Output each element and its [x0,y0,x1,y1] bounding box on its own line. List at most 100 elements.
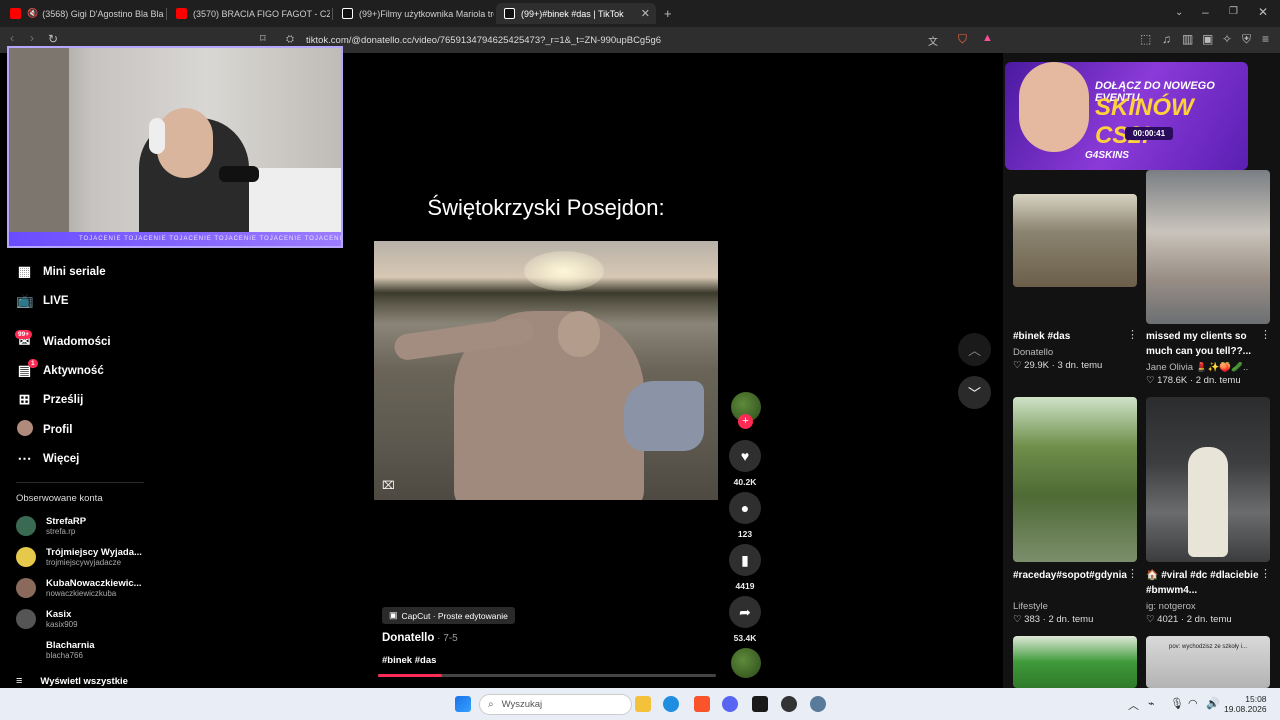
followed-account[interactable]: Blacharnia blacha766 [16,640,142,660]
settings-icon[interactable] [810,696,826,712]
sidebar-toggle-icon[interactable]: ▥ [1182,32,1193,46]
bookmark-icon: ▮ [741,551,749,568]
vpn-icon[interactable]: ⛨ [1242,32,1251,47]
brave-rewards-icon[interactable]: ▲ [982,32,993,44]
recommended-thumbnail[interactable] [1013,194,1137,287]
more-options-icon[interactable]: ⋮ [1127,567,1138,580]
site-info-icon[interactable]: ⛭ [286,34,294,45]
brave-shield-icon[interactable]: ⛉ [958,32,967,47]
bookmark-icon[interactable]: ⌑ [260,32,266,45]
new-tab-icon[interactable]: + [664,6,672,21]
upload-icon: ⊞ [18,391,31,407]
more-options-icon[interactable]: ⋮ [1127,328,1138,341]
network-icon[interactable]: ⌁ [1148,697,1155,710]
reload-icon[interactable]: ↻ [48,32,58,46]
forward-icon[interactable]: › [30,31,34,45]
mute-icon[interactable]: 🔇 [27,8,38,19]
menu-icon[interactable]: ≡ [1262,32,1269,46]
file-explorer-icon[interactable] [635,696,651,712]
video-hashtags[interactable]: #binek #das [382,655,436,666]
save-button[interactable]: ▮ [729,544,761,576]
browser-tab[interactable]: 🔇 (3568) Gigi D'Agostino Bla Bla Bla [2,3,164,24]
previous-video-button[interactable]: ︿ [958,333,991,366]
start-icon[interactable] [455,696,471,712]
like-button[interactable]: ♥ [729,440,761,472]
recommended-thumbnail[interactable] [1146,397,1270,562]
show-all-accounts-link[interactable]: ≡ Wyświetl wszystkie [16,675,128,687]
search-placeholder: Wyszukaj [501,699,543,710]
capcut-label: CapCut · Proste edytowanie [401,610,508,621]
sidebar-item-label: Mini seriale [43,265,106,278]
browser-tab-active[interactable]: (99+)#binek #das | TikTok ✕ [496,3,656,24]
ad-banner[interactable]: DOŁĄCZ DO NOWEGO EVENTU SKINÓW CS2! 00:0… [1005,62,1248,170]
tab-title: (99+)#binek #das | TikTok [521,8,624,19]
browser-tab[interactable]: (3570) BRACIA FIGO FAGOT - CZY KO [168,3,330,24]
mic-tray-icon[interactable]: 🎙 [1170,697,1184,710]
extensions-icon[interactable]: ⬚ [1140,32,1151,46]
followed-account[interactable]: Kasix kasix909 [16,609,142,629]
share-count: 53.4K [733,633,757,643]
close-window-icon[interactable]: ✕ [1258,5,1268,19]
recommended-thumbnail[interactable] [1013,636,1137,688]
video-sun [524,251,604,291]
follow-button[interactable]: + [738,414,753,429]
share-button[interactable]: ➦ [729,596,761,628]
recommended-age: 2 dn. temu [1186,614,1232,625]
close-tab-icon[interactable]: ✕ [641,7,650,20]
app-icon[interactable] [752,696,768,712]
obs-icon[interactable] [781,696,797,712]
recommended-age: 2 dn. temu [1048,614,1094,625]
recommended-title[interactable]: 🏠 #viral #dc #dlaciebie #bmwm4... [1146,568,1260,598]
tab-search-icon[interactable]: ⌄ [1175,7,1183,18]
author-name: Donatello [382,632,435,644]
recommended-thumbnail[interactable] [1013,397,1137,562]
discord-icon[interactable] [722,696,738,712]
capcut-pill[interactable]: ▣ CapCut · Proste edytowanie [382,607,515,624]
video-player[interactable]: ⌧ [374,241,718,500]
back-icon[interactable]: ‹ [10,31,14,45]
video-author[interactable]: Donatello · 7-5 [382,632,458,644]
wallet-icon[interactable]: ▣ [1202,32,1213,46]
recommended-likes: 178.6K [1157,375,1188,386]
followed-account[interactable]: Trójmiejscy Wyjada... trojmiejscywyjadacz… [16,547,142,567]
recommended-author[interactable]: Lifestyle [1013,601,1048,612]
system-clock[interactable]: 15:08 19.08.2026 [1224,694,1267,714]
followed-account[interactable]: StrefaRP strefa.rp [16,516,142,536]
address-bar[interactable]: ⛭ tiktok.com/@donatello.cc/video/7659134… [280,30,1000,50]
recommended-title[interactable]: #raceday#sopot#gdynia#grandprix [1013,568,1127,598]
maximize-icon[interactable]: ❐ [1229,6,1238,17]
taskbar-search[interactable]: ⌕ Wyszukaj [479,694,632,715]
comment-button[interactable]: ● [729,492,761,524]
recommended-thumbnail[interactable] [1146,170,1270,324]
more-options-icon[interactable]: ⋮ [1260,567,1271,580]
sidebar-item-przeslij[interactable]: ⊞ Prześlij [16,391,84,408]
tray-chevron-icon[interactable]: ︿ [1128,697,1139,713]
edge-icon[interactable] [663,696,679,712]
translate-icon[interactable]: 文 [928,33,938,48]
followed-account[interactable]: KubaNowaczkiewic... nowaczkiewiczkuba [16,578,142,598]
account-handle: kasix909 [46,620,78,629]
brave-icon[interactable] [694,696,710,712]
volume-icon[interactable]: 🔊 [1206,697,1220,710]
sidebar-item-live[interactable]: 📺 LIVE [16,292,69,309]
sidebar-item-profil[interactable]: Profil [16,420,72,439]
sound-disc[interactable] [731,648,761,678]
sidebar-item-wiecej[interactable]: ⋯ Więcej [16,450,80,467]
recommended-author[interactable]: Donatello [1013,347,1053,358]
recommended-thumbnail[interactable]: pov: wychodzisz ze szkoły i... [1146,636,1270,688]
media-icon[interactable]: ♫ [1162,32,1171,46]
more-options-icon[interactable]: ⋮ [1260,328,1271,341]
recommended-title[interactable]: #binek #das [1013,329,1123,344]
recommended-author[interactable]: Jane Olivia 💄✨🍑🥒.. [1146,362,1260,373]
browser-tab[interactable]: (99+)Filmy użytkownika Mariola trev [334,3,494,24]
recommended-title[interactable]: missed my clients so much can you tell??… [1146,329,1260,359]
recommended-author[interactable]: ig: notgerox [1146,601,1196,612]
leo-ai-icon[interactable]: ✧ [1222,32,1232,46]
next-video-button[interactable]: ﹀ [958,376,991,409]
sidebar-item-label: Więcej [43,452,80,465]
minimize-icon[interactable]: – [1202,5,1209,19]
sidebar-item-mini-seriale[interactable]: ▦ Mini seriale [16,263,106,280]
wifi-icon[interactable]: ◠ [1188,697,1198,710]
more-icon: ⋯ [17,450,32,466]
video-progress-bar[interactable] [378,674,716,677]
